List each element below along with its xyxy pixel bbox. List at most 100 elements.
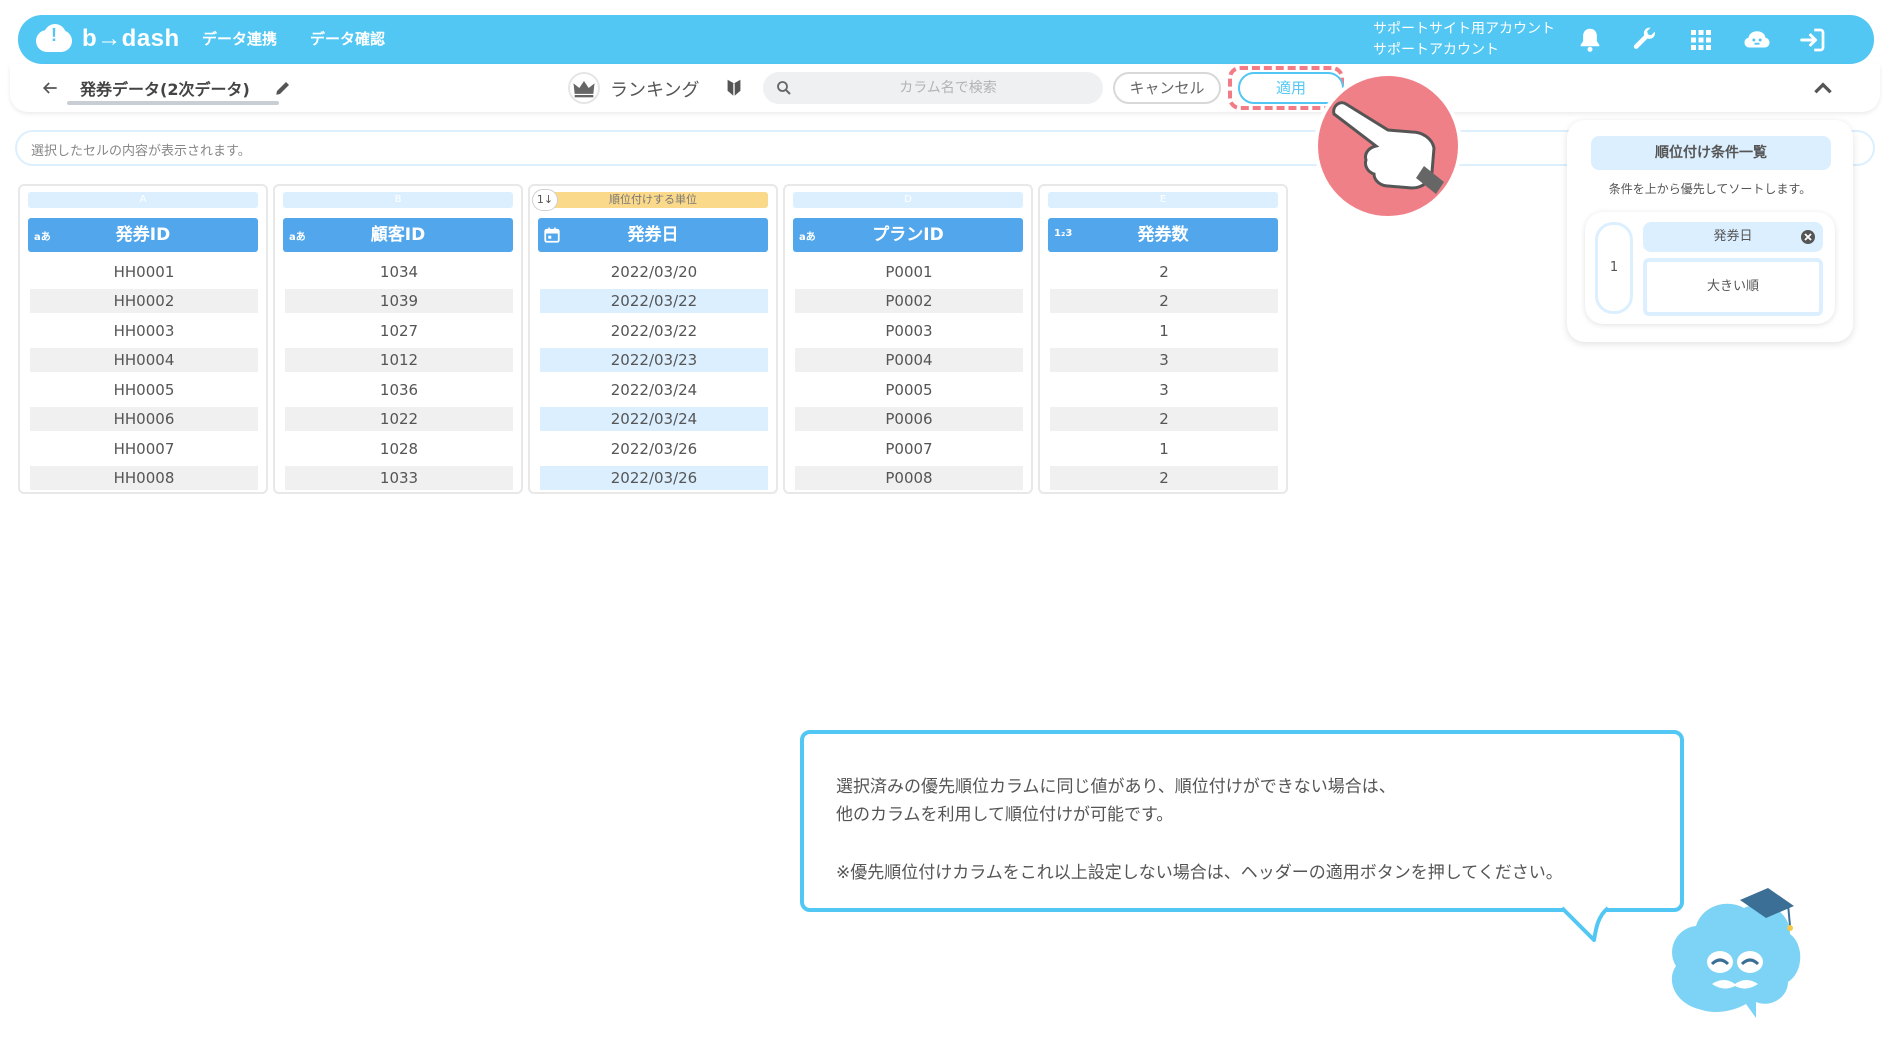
table-cell[interactable]: 2 [1050,466,1278,490]
table-cell[interactable]: HH0006 [30,407,258,431]
table-cell[interactable]: P0004 [795,348,1023,372]
column-name: 発券日 [627,225,679,245]
column-header[interactable]: aあ プランID [793,218,1023,252]
table-cell[interactable]: 1027 [285,319,513,343]
condition-rank[interactable]: 1 [1595,222,1633,314]
column-name: 発券数 [1137,225,1189,245]
logo-text: b→dash [82,25,180,52]
table-cell[interactable]: 2022/03/24 [540,407,768,431]
ranking-condition: 1 発券日 大きい順 [1585,212,1835,324]
column-letter: D [793,192,1023,208]
table-cell[interactable]: HH0005 [30,378,258,402]
table-cell[interactable]: 2 [1050,260,1278,284]
dataset-title[interactable]: 発券データ(2次データ) [80,76,250,100]
beginner-mark-icon[interactable] [723,77,745,99]
account-info[interactable]: サポートサイト用アカウント サポートアカウント [1373,19,1555,61]
column-header[interactable]: 発券日 [538,218,768,252]
condition-column-label: 発券日 [1713,229,1753,244]
bubble-line-3: ※優先順位付けカラムをこれ以上設定しない場合は、ヘッダーの適用ボタンを押してくだ… [836,863,1563,883]
mascot-character-icon [1671,888,1801,1018]
column-header[interactable]: aあ 顧客ID [283,218,513,252]
logout-icon[interactable] [1798,25,1828,55]
table-cell[interactable]: 2 [1050,289,1278,313]
table-cell[interactable]: HH0002 [30,289,258,313]
table-cell[interactable]: 1034 [285,260,513,284]
bubble-line-2: 他のカラムを利用して順位付けが可能です。 [836,805,1174,825]
table-cell[interactable]: P0005 [795,378,1023,402]
table-cell[interactable]: 1033 [285,466,513,490]
sort-priority-badge[interactable]: 1↓ [532,189,558,211]
table-cell[interactable]: P0002 [795,289,1023,313]
table-cell[interactable]: 1028 [285,437,513,461]
table-cell[interactable]: P0001 [795,260,1023,284]
bdash-logo[interactable]: ! b→dash [36,23,180,55]
mode-label: ランキング [610,80,700,101]
table-column-b[interactable]: B aあ 顧客ID 1034 1039 1027 1012 1036 1022 … [273,184,523,494]
crown-icon [568,72,600,104]
table-cell[interactable]: 1036 [285,378,513,402]
bubble-line-1: 選択済みの優先順位カラムに同じ値があり、順位付けができない場合は、 [836,777,1396,797]
panel-description: 条件を上から優先してソートします。 [1608,182,1812,196]
cancel-button[interactable]: キャンセル [1113,72,1221,104]
account-sub: サポートアカウント [1373,42,1499,58]
column-letter: A [28,192,258,208]
dataset-title-underline [67,101,279,105]
nav-data-link[interactable]: データ連携 [202,15,277,64]
column-search-input[interactable] [803,72,1093,104]
top-bar: ! b→dash データ連携 データ確認 サポートサイト用アカウント サポートア… [18,15,1874,64]
back-arrow-icon[interactable] [40,78,60,98]
table-cell[interactable]: P0003 [795,319,1023,343]
table-cell[interactable]: 1012 [285,348,513,372]
table-cell[interactable]: P0006 [795,407,1023,431]
wrench-icon[interactable] [1630,25,1660,55]
nav-data-check[interactable]: データ確認 [310,15,385,64]
table-cell[interactable]: HH0003 [30,319,258,343]
table-cell[interactable]: HH0007 [30,437,258,461]
table-cell[interactable]: 2022/03/22 [540,319,768,343]
column-name: 発券ID [115,225,171,245]
table-cell[interactable]: 3 [1050,378,1278,402]
table-cell[interactable]: 1022 [285,407,513,431]
table-column-c[interactable]: 順位付けする単位 1↓ 発券日 2022/03/20 2022/03/22 20… [528,184,778,494]
table-cell[interactable]: 2022/03/23 [540,348,768,372]
column-header[interactable]: aあ 発券ID [28,218,258,252]
table-cell[interactable]: HH0008 [30,466,258,490]
pointing-hand-icon [1314,72,1462,220]
table-column-d[interactable]: D aあ プランID P0001 P0002 P0003 P0004 P0005… [783,184,1033,494]
table-cell[interactable]: P0008 [795,466,1023,490]
table-cell[interactable]: 2022/03/26 [540,437,768,461]
column-header[interactable]: 1₂3 発券数 [1048,218,1278,252]
table-cell[interactable]: 2 [1050,407,1278,431]
bubble-tail [1560,906,1610,942]
table-cell[interactable]: 1 [1050,437,1278,461]
pencil-icon[interactable] [274,79,292,97]
table-column-a[interactable]: A aあ 発券ID HH0001 HH0002 HH0003 HH0004 HH… [18,184,268,494]
collapse-chevron-icon[interactable] [1810,76,1836,102]
column-letter: E [1048,192,1278,208]
table-cell[interactable]: HH0001 [30,260,258,284]
table-cell[interactable]: P0007 [795,437,1023,461]
table-cell[interactable]: 1 [1050,319,1278,343]
remove-condition-icon[interactable] [1800,229,1816,245]
sort-order-select[interactable]: 大きい順 [1643,258,1823,316]
column-name: プランID [872,225,944,245]
panel-title: 順位付け条件一覧 [1591,136,1831,170]
mascot-help-icon[interactable] [1742,25,1772,55]
table-column-e[interactable]: E 1₂3 発券数 2 2 1 3 3 2 1 2 [1038,184,1288,494]
table-cell[interactable]: 2022/03/22 [540,289,768,313]
table-cell[interactable]: 2022/03/20 [540,260,768,284]
search-icon [777,81,791,95]
bell-icon[interactable] [1575,25,1605,55]
condition-column: 発券日 [1643,222,1823,252]
account-name: サポートサイト用アカウント [1373,21,1555,37]
table-cell[interactable]: HH0004 [30,348,258,372]
table-cell[interactable]: 3 [1050,348,1278,372]
table-cell[interactable]: 2022/03/24 [540,378,768,402]
ranking-conditions-panel: 順位付け条件一覧 条件を上から優先してソートします。 1 発券日 大きい順 [1567,120,1853,342]
table-cell[interactable]: 1039 [285,289,513,313]
tutorial-bubble: 選択済みの優先順位カラムに同じ値があり、順位付けができない場合は、 他のカラムを… [800,730,1684,912]
table-cell[interactable]: 2022/03/26 [540,466,768,490]
column-search [763,72,1103,104]
apps-grid-icon[interactable] [1686,25,1716,55]
sub-header: 発券データ(2次データ) ランキング キャンセル 適用 [10,64,1880,112]
